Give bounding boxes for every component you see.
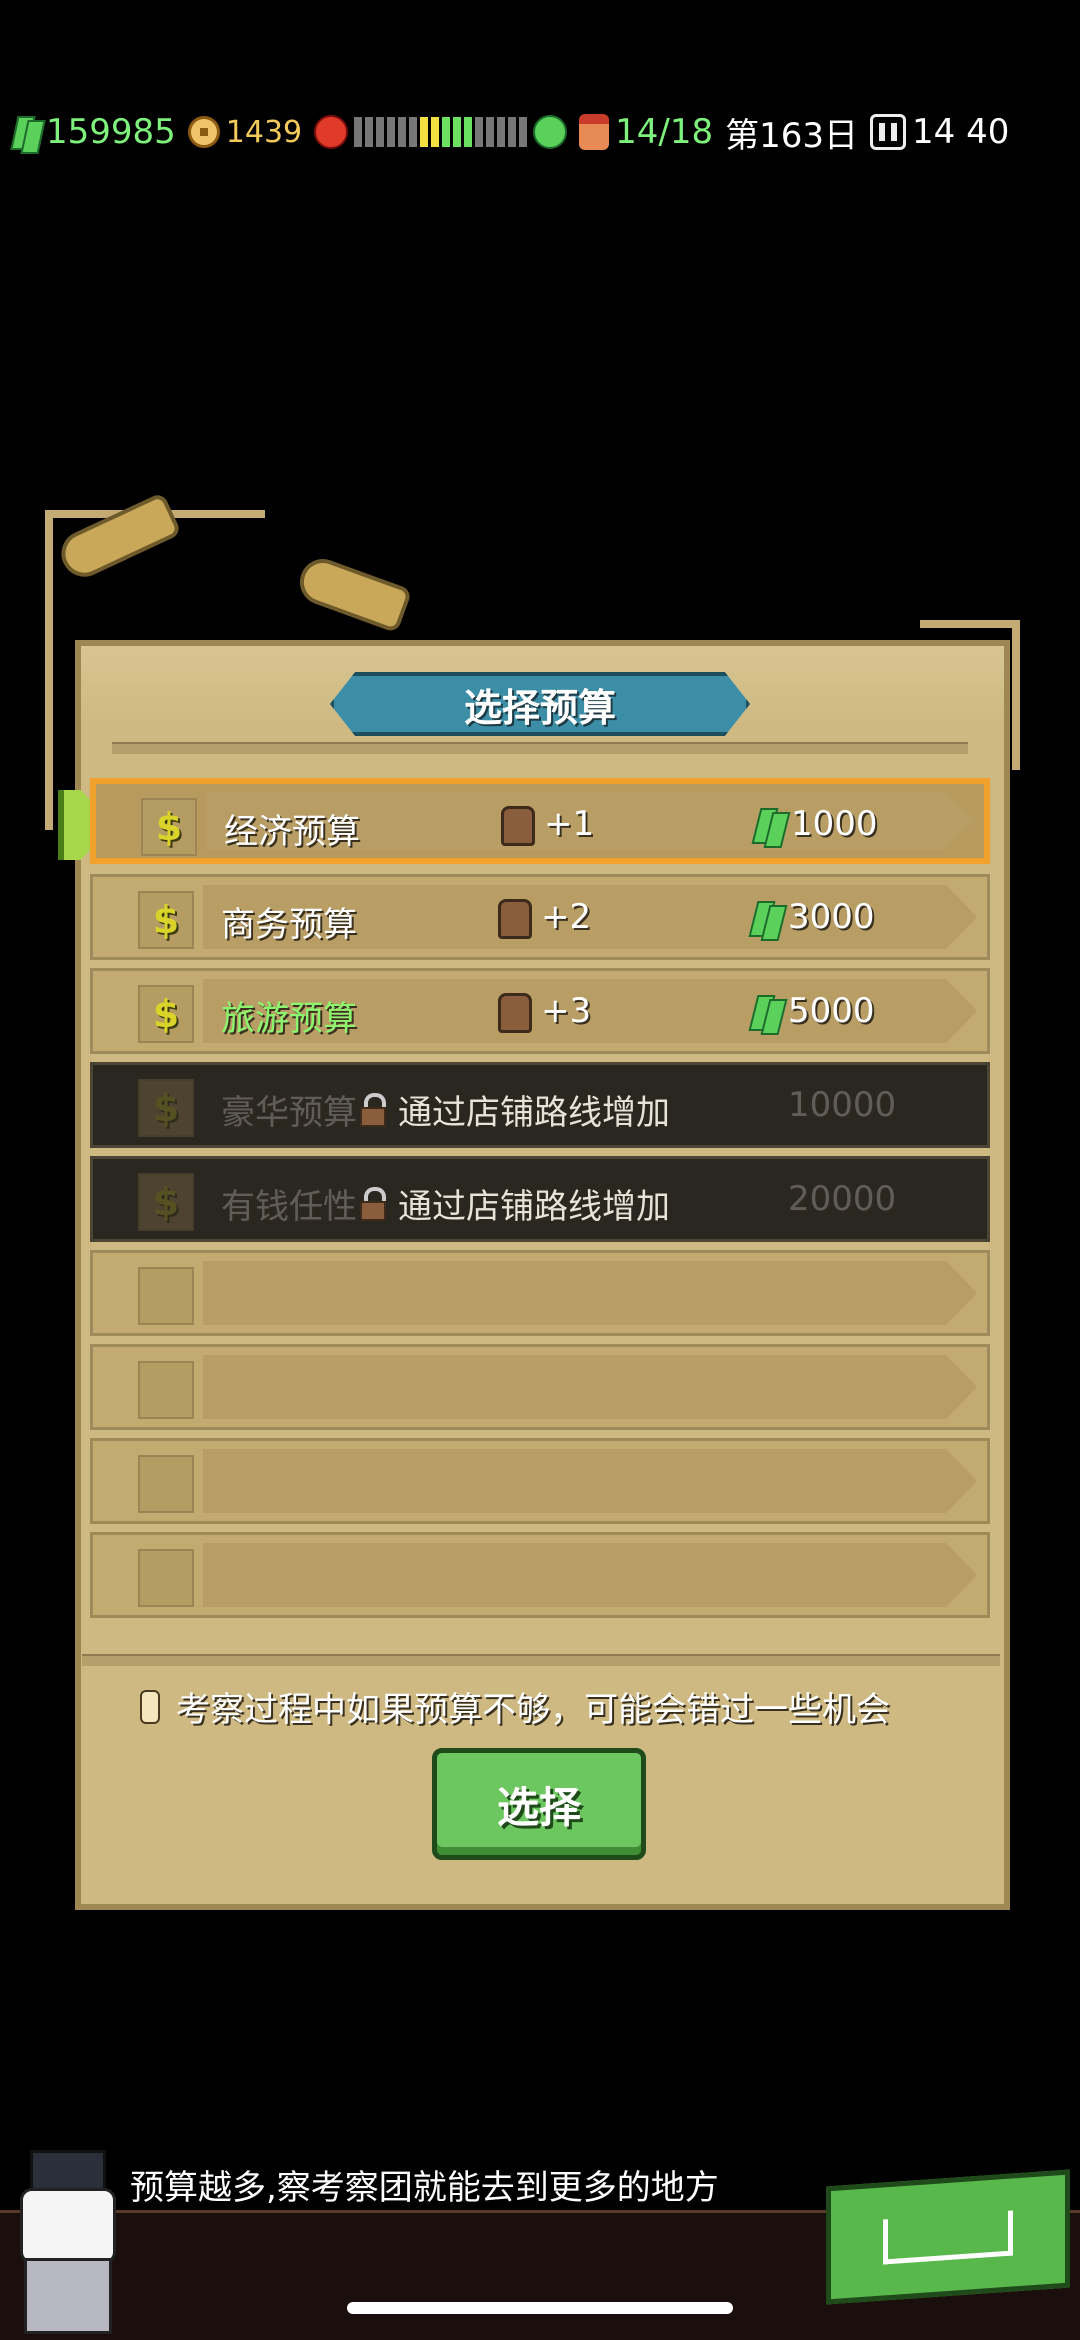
hint-text: 考察过程中如果预算不够，可能会错过一些机会	[176, 1690, 890, 1730]
budget-option-economy[interactable]: $ 经济预算 +1 1000	[90, 778, 990, 864]
lock-message: 通过店铺路线增加	[358, 1179, 670, 1228]
cash-stat: 159985	[12, 112, 176, 152]
backpack-icon	[501, 806, 535, 846]
dollar-icon: $	[138, 891, 194, 949]
select-button[interactable]: 选择	[432, 1748, 646, 1860]
cash-icon	[12, 114, 40, 150]
option-label: 豪华预算	[221, 1093, 357, 1133]
option-bonus: +2	[541, 897, 592, 937]
option-label: 旅游预算	[221, 999, 357, 1039]
staff-value: 14/18	[615, 112, 714, 152]
exclamation-icon	[140, 1689, 160, 1724]
divider	[82, 1654, 1000, 1666]
coin-stat: 1439	[187, 114, 303, 150]
cash-icon	[751, 899, 783, 939]
dollar-icon: $	[141, 798, 197, 856]
option-cost: 20000	[788, 1179, 897, 1219]
backpack-icon	[498, 993, 532, 1033]
next-button[interactable]	[826, 2169, 1070, 2305]
budget-hint: 考察过程中如果预算不够，可能会错过一些机会	[140, 1682, 890, 1731]
budget-option-rich: $ 有钱任性 20000 通过店铺路线增加	[90, 1156, 990, 1242]
cash-icon	[754, 806, 786, 846]
happy-face-icon	[533, 115, 568, 149]
day-value: 第163日	[725, 115, 859, 156]
mood-bar	[354, 117, 528, 147]
narration-text: 预算越多,察考察团就能去到更多的地方	[130, 2168, 719, 2208]
mood-meter	[314, 115, 568, 149]
coin-value: 1439	[225, 114, 303, 150]
lock-text: 通过店铺路线增加	[398, 1187, 670, 1227]
option-bonus: +3	[541, 991, 592, 1031]
option-cost: 10000	[788, 1085, 897, 1125]
budget-option-travel[interactable]: $ 旅游预算 +3 5000	[90, 968, 990, 1054]
budget-option-luxury: $ 豪华预算 10000 通过店铺路线增加	[90, 1062, 990, 1148]
pause-icon[interactable]	[870, 114, 907, 150]
option-cost: 3000	[788, 897, 875, 937]
option-cost: 5000	[788, 991, 875, 1031]
time-value: 14 40	[912, 112, 1010, 152]
angry-face-icon	[314, 115, 349, 149]
cash-icon	[751, 993, 783, 1033]
option-label: 经济预算	[224, 812, 360, 852]
lock-icon	[358, 1092, 388, 1127]
dollar-icon: $	[138, 985, 194, 1043]
lock-message: 通过店铺路线增加	[358, 1085, 670, 1134]
carp-ornament-icon	[293, 552, 413, 634]
staff-icon	[579, 114, 610, 150]
option-bonus: +1	[544, 804, 595, 844]
day-stat: 第163日	[725, 108, 858, 157]
lock-text: 通过店铺路线增加	[398, 1093, 670, 1133]
home-indicator[interactable]	[347, 2302, 733, 2314]
empty-slot	[90, 1532, 990, 1618]
staff-stat: 14/18	[579, 112, 713, 152]
empty-slot	[90, 1344, 990, 1430]
budget-option-business[interactable]: $ 商务预算 +2 3000	[90, 874, 990, 960]
option-label: 有钱任性	[221, 1187, 357, 1227]
panel-title: 选择预算	[330, 672, 750, 736]
option-cost: 1000	[791, 804, 878, 844]
empty-slot	[90, 1438, 990, 1524]
dollar-icon: $	[138, 1079, 194, 1137]
backpack-icon	[498, 899, 532, 939]
status-bar: 159985 1439 14/18 第163日 14 40	[0, 96, 1080, 168]
guide-avatar	[0, 2150, 130, 2337]
coin-icon	[187, 116, 220, 148]
cash-value: 159985	[46, 112, 176, 152]
dollar-icon: $	[138, 1173, 194, 1231]
empty-slot	[90, 1250, 990, 1336]
time-stat[interactable]: 14 40	[870, 112, 1009, 152]
divider	[112, 742, 968, 754]
return-arrow-icon	[883, 2209, 1013, 2265]
option-label: 商务预算	[221, 905, 357, 945]
lock-icon	[358, 1186, 388, 1221]
